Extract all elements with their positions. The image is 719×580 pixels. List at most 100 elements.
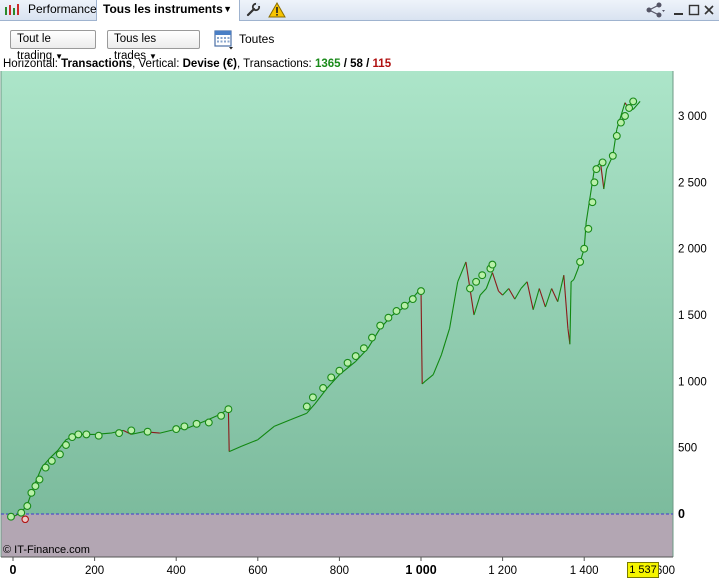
trade-marker[interactable]: [143, 427, 152, 436]
chart-info-bar: Horizontal: Transactions, Vertical: Devi…: [3, 57, 391, 71]
minimize-icon[interactable]: [672, 1, 686, 19]
transactions-total: 1365: [314, 58, 341, 70]
transactions-sep-1: /: [340, 58, 351, 70]
trade-marker[interactable]: [74, 430, 83, 439]
negative-zone: [1, 514, 673, 557]
trade-marker[interactable]: [47, 456, 56, 465]
warning-icon[interactable]: [268, 1, 286, 19]
trade-marker[interactable]: [384, 313, 393, 322]
trade-marker[interactable]: [302, 402, 311, 411]
trade-marker[interactable]: [616, 118, 625, 127]
info-horizontal-label: Horizontal:: [3, 58, 62, 70]
trade-marker[interactable]: [192, 419, 201, 428]
trade-marker[interactable]: [172, 425, 181, 434]
trade-marker[interactable]: [576, 257, 585, 266]
trade-marker[interactable]: [335, 366, 344, 375]
trade-marker[interactable]: [400, 301, 409, 310]
trade-marker[interactable]: [35, 475, 44, 484]
trade-marker[interactable]: [472, 277, 481, 286]
x-axis-tick-label: 600: [248, 565, 267, 577]
trade-marker[interactable]: [343, 358, 352, 367]
transactions-losing: 115: [372, 58, 392, 70]
trade-marker[interactable]: [590, 178, 599, 187]
tab-all-instruments[interactable]: Tous les instruments ▼: [97, 0, 240, 21]
wrench-icon[interactable]: [244, 1, 262, 19]
y-axis-tick-label: 0: [678, 507, 685, 521]
info-vertical-value: Devise (€): [182, 58, 237, 70]
trade-marker[interactable]: [408, 295, 417, 304]
trade-marker[interactable]: [629, 97, 638, 106]
trade-marker[interactable]: [319, 384, 328, 392]
trade-marker[interactable]: [94, 431, 103, 440]
trade-marker[interactable]: [55, 450, 64, 459]
trade-marker[interactable]: [127, 426, 136, 435]
trade-marker[interactable]: [351, 352, 360, 361]
trade-marker[interactable]: [621, 112, 629, 120]
trade-marker[interactable]: [392, 307, 401, 315]
y-axis-tick-label: 1 500: [678, 310, 707, 322]
tab-performance[interactable]: Performance: [0, 0, 97, 20]
toolbar: Tout le trading ▼ Tous les trades ▼ Toutes: [0, 21, 719, 62]
dropdown-caret-icon[interactable]: ▼: [223, 0, 232, 18]
x-axis-tick-label: 800: [330, 565, 349, 577]
trade-marker[interactable]: [625, 104, 634, 112]
trade-marker[interactable]: [488, 260, 497, 269]
close-icon[interactable]: [703, 1, 715, 19]
trade-marker[interactable]: [180, 422, 189, 431]
tab-bar: Performance Tous les instruments ▼: [0, 0, 719, 21]
maximize-icon[interactable]: [688, 1, 700, 19]
trade-marker[interactable]: [417, 287, 425, 296]
trade-marker[interactable]: [224, 405, 233, 414]
trade-marker[interactable]: [17, 508, 26, 517]
trade-marker[interactable]: [478, 271, 487, 280]
trade-marker[interactable]: [588, 198, 597, 207]
copyright-label: © IT-Finance.com: [3, 544, 90, 556]
trade-marker[interactable]: [62, 441, 70, 449]
trade-marker[interactable]: [608, 151, 617, 160]
trade-marker[interactable]: [23, 502, 32, 510]
trade-marker[interactable]: [217, 411, 226, 420]
period-label: Toutes: [239, 32, 275, 46]
equity-curve-chart[interactable]: 0 200 400 600 800 1 000 1 200 1 400 600 05001 00…: [0, 57, 719, 580]
x-axis-tick-label: 1 200: [488, 565, 517, 577]
info-transactions-label: , Transactions:: [236, 58, 315, 70]
trade-marker[interactable]: [359, 344, 368, 353]
trade-marker[interactable]: [308, 393, 317, 402]
losing-trade-marker[interactable]: [21, 515, 29, 524]
trade-marker[interactable]: [41, 463, 50, 472]
calendar-icon[interactable]: [213, 28, 235, 50]
trade-marker[interactable]: [368, 333, 376, 342]
y-axis-tick-label: 1 000: [678, 376, 707, 388]
trade-marker[interactable]: [7, 512, 15, 521]
tab-performance-label: Performance: [28, 2, 97, 16]
trade-marker[interactable]: [598, 158, 607, 167]
trade-marker[interactable]: [376, 321, 385, 330]
trade-marker[interactable]: [592, 165, 601, 174]
cursor-x-readout: 1 537: [627, 562, 659, 578]
trade-marker[interactable]: [82, 430, 91, 439]
share-icon[interactable]: [644, 1, 666, 19]
trade-marker[interactable]: [466, 284, 474, 293]
x-axis-tick-label: 200: [85, 565, 104, 577]
trade-marker[interactable]: [27, 488, 36, 497]
x-axis-tick-label: 400: [167, 565, 186, 577]
trade-marker[interactable]: [115, 429, 124, 438]
y-axis-tick-label: 3 000: [678, 111, 707, 123]
trade-marker[interactable]: [580, 244, 589, 253]
trade-marker[interactable]: [584, 224, 593, 233]
x-axis-tick-label: 1 000: [405, 563, 436, 577]
performance-chart-icon: [5, 4, 19, 15]
y-axis-tick-label: 2 000: [678, 244, 707, 256]
transactions-sep-2: /: [362, 58, 373, 70]
trade-marker[interactable]: [31, 482, 40, 491]
trade-marker[interactable]: [612, 131, 621, 140]
y-axis-tick-label: 500: [678, 443, 697, 455]
x-axis-tick-label: 1 400: [570, 565, 599, 577]
tab-all-instruments-label: Tous les instruments: [103, 2, 223, 16]
plot-area: [1, 71, 673, 514]
trade-marker[interactable]: [204, 418, 213, 427]
trades-filter-dropdown[interactable]: Tous les trades ▼: [107, 30, 200, 62]
trade-marker[interactable]: [327, 373, 336, 382]
trading-filter-dropdown[interactable]: Tout le trading ▼: [10, 30, 96, 62]
info-vertical-label: , Vertical:: [132, 58, 183, 70]
